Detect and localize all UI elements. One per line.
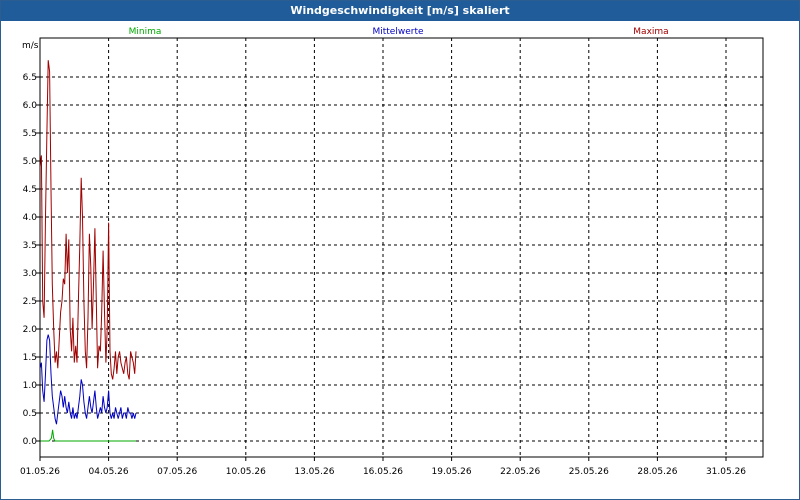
x-tick-label: 13.05.26 — [294, 467, 334, 477]
y-tick-label: 2.5 — [23, 297, 37, 307]
series-line-maxima — [39, 60, 137, 380]
y-tick-label: 2.0 — [23, 325, 38, 335]
x-tick-label: 25.05.26 — [569, 467, 609, 477]
chart-canvas: 0.0 0.5 1.0 1.5 2.0 2.5 3.0 3.5 4.0 4.5 5.0 5.5 6.0 6… — [20, 27, 764, 477]
y-tick-label: 6.0 — [23, 101, 38, 111]
y-tick-label: 5.0 — [23, 157, 38, 167]
y-axis-ticks: 0.0 0.5 1.0 1.5 2.0 2.5 3.0 3.5 4.0 4.5 5.0 5.5 6.0 6… — [23, 73, 40, 447]
plot-frame — [39, 37, 764, 458]
x-axis-ticks: 01.05.26 04.05.26 07.05.26 10.05.26 13.05.26… — [20, 457, 746, 477]
legend: Minima Mittelwerte Maxima — [129, 27, 669, 37]
y-axis-label: m/s — [22, 41, 39, 51]
x-tick-label: 31.05.26 — [706, 467, 746, 477]
grid-lines — [40, 38, 763, 457]
y-tick-label: 6.5 — [23, 73, 37, 83]
legend-entry-maxima: Maxima — [633, 27, 668, 37]
y-tick-label: 4.5 — [23, 185, 37, 195]
series-line-minima — [40, 429, 136, 442]
y-tick-label: 1.5 — [23, 353, 37, 363]
x-tick-label: 22.05.26 — [500, 467, 540, 477]
y-tick-label: 3.5 — [23, 241, 37, 251]
y-tick-label: 3.0 — [23, 269, 38, 279]
x-tick-label: 19.05.26 — [432, 467, 472, 477]
x-tick-label: 07.05.26 — [157, 467, 197, 477]
y-tick-label: 5.5 — [23, 129, 37, 139]
x-tick-label: 16.05.26 — [363, 467, 403, 477]
y-tick-label: 0.5 — [23, 409, 37, 419]
x-tick-label: 04.05.26 — [89, 467, 129, 477]
x-tick-label: 01.05.26 — [20, 467, 60, 477]
series-layer — [39, 60, 137, 442]
legend-entry-minima: Minima — [129, 27, 162, 37]
legend-entry-mittelwerte: Mittelwerte — [372, 27, 423, 37]
y-tick-label: 0.0 — [23, 437, 38, 447]
y-tick-label: 1.0 — [23, 381, 38, 391]
y-tick-label: 4.0 — [23, 213, 38, 223]
x-tick-label: 28.05.26 — [637, 467, 677, 477]
x-tick-label: 10.05.26 — [226, 467, 266, 477]
